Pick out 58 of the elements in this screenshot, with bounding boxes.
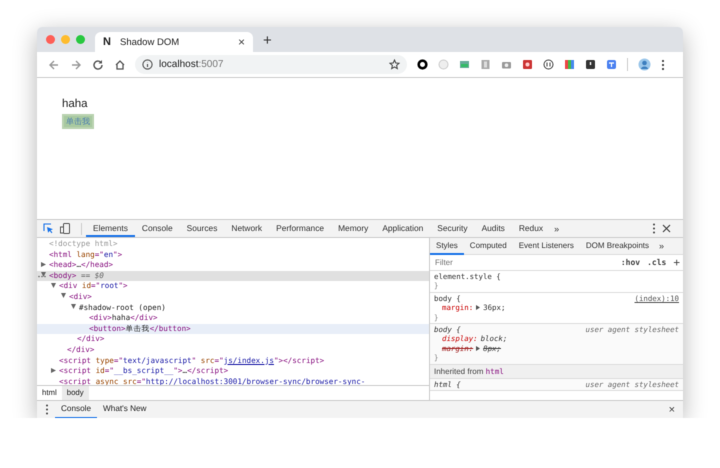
expanded-triangle-icon[interactable]	[41, 272, 46, 278]
brackets-icon[interactable]	[543, 59, 554, 70]
drawer-tab[interactable]: Console	[55, 400, 98, 418]
forward-icon[interactable]	[70, 58, 82, 70]
add-rule-button[interactable]: +	[673, 256, 680, 269]
devtools-tab[interactable]: Audits	[474, 220, 512, 237]
cls-button[interactable]: .cls	[647, 258, 666, 267]
reload-icon[interactable]	[92, 58, 104, 70]
shield-icon[interactable]	[585, 59, 596, 70]
devtools-tab[interactable]: Redux	[512, 220, 550, 237]
address-bar[interactable]: localhost:5007	[135, 55, 407, 74]
camera-icon[interactable]	[501, 59, 512, 70]
inspect-icon[interactable]	[43, 223, 54, 234]
expanded-triangle-icon[interactable]	[51, 282, 56, 288]
kebab-menu-icon[interactable]	[45, 404, 49, 415]
info-icon[interactable]	[142, 59, 153, 70]
expanded-triangle-icon[interactable]	[71, 304, 76, 309]
devtools-tab[interactable]: Network	[224, 220, 270, 237]
back-icon[interactable]	[48, 58, 60, 70]
device-icon[interactable]	[60, 223, 71, 234]
close-icon[interactable]	[662, 224, 671, 233]
drawer-tab[interactable]: What's New	[97, 400, 152, 418]
close-button[interactable]: ×	[668, 404, 675, 416]
url-text: localhost:5007	[159, 59, 224, 70]
more-tabs-button[interactable]: »	[655, 241, 668, 251]
styles-tab[interactable]: Event Listeners	[512, 238, 580, 254]
more-tabs-button[interactable]: »	[550, 224, 564, 234]
palette-icon[interactable]	[564, 59, 575, 70]
kebab-menu-icon[interactable]	[652, 223, 656, 234]
expanded-triangle-icon[interactable]	[61, 293, 66, 298]
devtools-tab[interactable]: Performance	[269, 220, 332, 237]
devtools-tab[interactable]: Application	[375, 220, 430, 237]
collapsed-triangle-icon[interactable]	[41, 262, 46, 267]
new-tab-button[interactable]: +	[263, 33, 272, 49]
devtools-tab[interactable]: Security	[430, 220, 475, 237]
star-icon[interactable]	[389, 59, 400, 70]
collapsed-triangle-icon[interactable]	[51, 368, 56, 373]
tab-close-button[interactable]: ×	[238, 35, 245, 49]
square-icon[interactable]	[522, 59, 533, 70]
styles-tab[interactable]: Computed	[464, 238, 513, 254]
page-text: haha	[62, 98, 89, 111]
menu-icon[interactable]	[661, 58, 665, 70]
devtools-tab[interactable]: Memory	[331, 220, 376, 237]
home-icon[interactable]	[114, 58, 126, 70]
devtools-tab[interactable]: Elements	[86, 220, 135, 237]
translate-icon[interactable]	[606, 59, 617, 70]
devtools-tab[interactable]: Console	[134, 220, 180, 237]
avatar-icon[interactable]	[638, 58, 651, 71]
browser-tab[interactable]: N Shadow DOM ×	[95, 32, 253, 52]
ring-icon[interactable]	[417, 59, 428, 70]
hov-button[interactable]: :hov	[620, 258, 640, 267]
expand-triangle-icon[interactable]	[476, 305, 480, 310]
styles-tab[interactable]: DOM Breakpoints	[580, 238, 655, 254]
expand-triangle-icon[interactable]	[476, 346, 480, 352]
devtools-tab[interactable]: Sources	[180, 220, 224, 237]
tab-favicon: N	[103, 36, 112, 48]
image-icon[interactable]	[459, 59, 470, 70]
tab-title: Shadow DOM	[120, 36, 180, 48]
